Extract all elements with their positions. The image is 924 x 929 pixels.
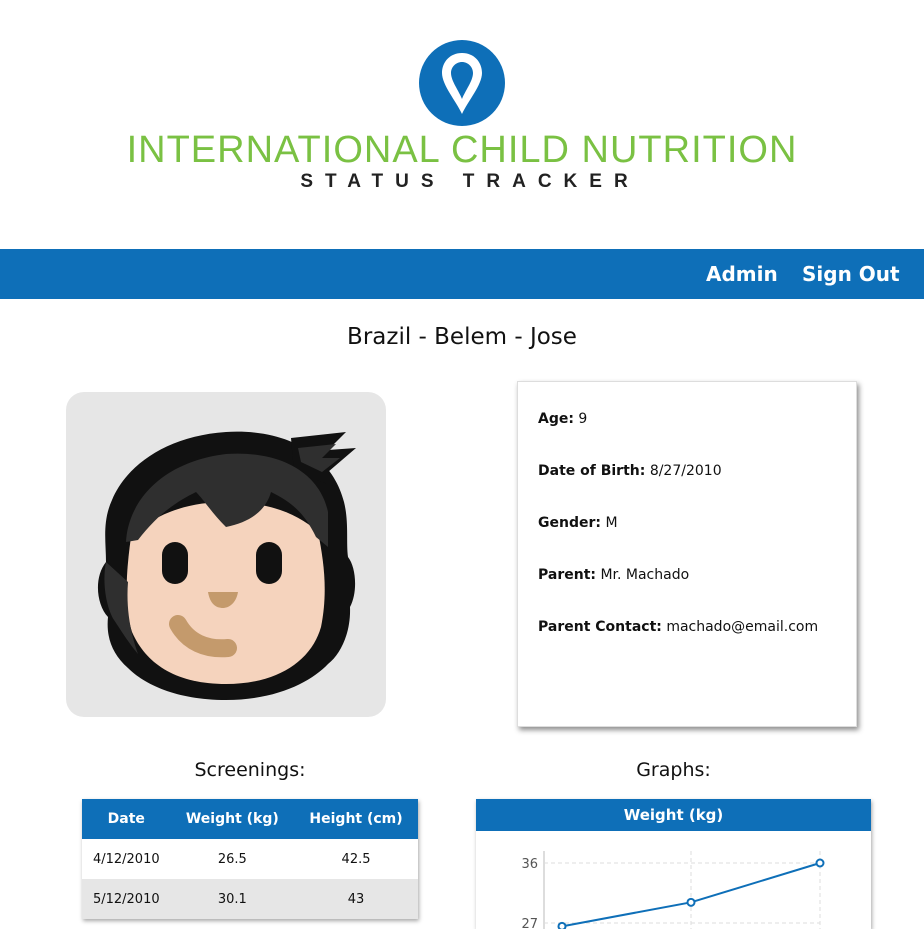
screenings-table: Date Weight (kg) Height (cm) 4/12/2010 2… <box>82 799 418 919</box>
y-tick-label: 36 <box>521 857 538 872</box>
cell-date: 4/12/2010 <box>82 839 171 879</box>
parent-value: Mr. Machado <box>600 567 690 583</box>
weight-line-chart: 36 27 <box>521 851 825 929</box>
contact-label: Parent Contact: <box>538 619 662 635</box>
cell-date: 5/12/2010 <box>82 879 171 919</box>
info-parent: Parent: Mr. Machado <box>538 566 689 584</box>
parent-label: Parent: <box>538 567 596 583</box>
location-pin-icon <box>419 40 505 126</box>
cell-weight: 26.5 <box>170 839 295 879</box>
cell-weight: 30.1 <box>170 879 295 919</box>
table-header-row: Date Weight (kg) Height (cm) <box>82 799 418 839</box>
logo-title: INTERNATIONAL CHILD NUTRITION <box>126 129 798 171</box>
avatar <box>66 392 386 717</box>
contact-value: machado@email.com <box>666 619 819 635</box>
info-gender: Gender: M <box>538 514 618 532</box>
table-row[interactable]: 4/12/2010 26.5 42.5 <box>82 839 418 879</box>
cell-height: 43 <box>294 879 418 919</box>
child-face-icon <box>97 431 356 700</box>
dob-label: Date of Birth: <box>538 463 646 479</box>
weight-graph-title: Weight (kg) <box>476 799 871 831</box>
gender-label: Gender: <box>538 515 601 531</box>
navbar: Admin Sign Out <box>0 249 924 299</box>
column-header-date[interactable]: Date <box>82 799 171 839</box>
graphs-title: Graphs: <box>636 759 711 781</box>
logo-subtitle: STATUS TRACKER <box>300 171 640 192</box>
nav-sign-out-link[interactable]: Sign Out <box>802 261 900 287</box>
nav-admin-link[interactable]: Admin <box>706 261 778 287</box>
child-info-card: Age: 9 Date of Birth: 8/27/2010 Gender: … <box>517 381 857 727</box>
table-row[interactable]: 5/12/2010 30.1 43 <box>82 879 418 919</box>
y-tick-label: 27 <box>521 917 538 929</box>
info-dob: Date of Birth: 8/27/2010 <box>538 462 722 480</box>
age-value: 9 <box>578 411 588 427</box>
gender-value: M <box>605 515 618 531</box>
screenings-title: Screenings: <box>194 759 306 781</box>
page-title: Brazil - Belem - Jose <box>347 324 577 350</box>
dob-value: 8/27/2010 <box>649 463 722 479</box>
info-age: Age: 9 <box>538 410 587 428</box>
weight-data-point <box>686 897 696 907</box>
weight-graph-card: Weight (kg) 36 27 <box>476 799 871 929</box>
weight-data-point <box>815 858 825 868</box>
info-parent-contact: Parent Contact: machado@email.com <box>538 618 818 636</box>
column-header-weight[interactable]: Weight (kg) <box>170 799 295 839</box>
weight-data-point <box>557 921 567 929</box>
cell-height: 42.5 <box>294 839 418 879</box>
column-header-height[interactable]: Height (cm) <box>294 799 418 839</box>
age-label: Age: <box>538 411 574 427</box>
